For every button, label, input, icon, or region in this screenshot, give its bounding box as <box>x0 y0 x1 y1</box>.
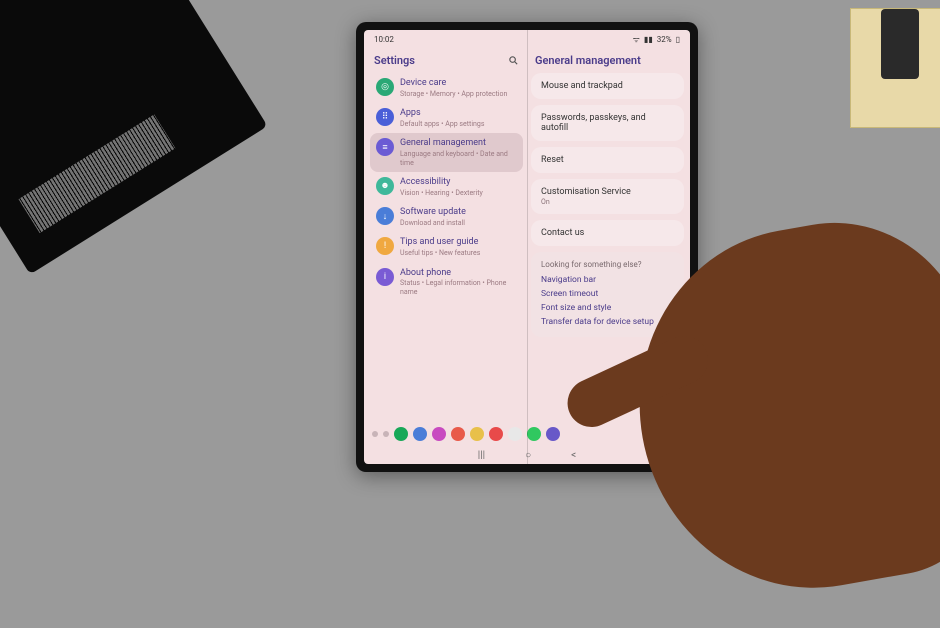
dock-app-icon[interactable] <box>470 427 484 441</box>
settings-item-title: Tips and user guide <box>400 237 517 248</box>
settings-item-title: Accessibility <box>400 177 517 188</box>
settings-item-title: Software update <box>400 207 517 218</box>
settings-item-subtitle: Language and keyboard • Date and time <box>400 150 517 167</box>
apps-icon: ⠿ <box>376 108 394 126</box>
settings-item-subtitle: Download and install <box>400 219 517 227</box>
dock-app-icon[interactable] <box>413 427 427 441</box>
option-subtitle: On <box>541 198 674 206</box>
drawer-handle-icon[interactable] <box>372 431 378 437</box>
settings-item-software-update[interactable]: ↓ Software update Download and install <box>370 202 523 232</box>
settings-item-subtitle: Useful tips • New features <box>400 249 517 257</box>
device-care-icon: ◎ <box>376 78 394 96</box>
settings-item-title: Device care <box>400 78 517 89</box>
option-customisation-service[interactable]: Customisation Service On <box>531 179 684 214</box>
dock-app-icon[interactable] <box>546 427 560 441</box>
settings-item-accessibility[interactable]: ☻ Accessibility Vision • Hearing • Dexte… <box>370 172 523 202</box>
option-title: Customisation Service <box>541 187 674 197</box>
settings-list-pane: Settings ◎ Device care Storage • Memory … <box>364 48 527 422</box>
settings-title: Settings <box>374 54 415 67</box>
suggestion-link-font[interactable]: Font size and style <box>541 301 674 315</box>
settings-item-subtitle: Storage • Memory • App protection <box>400 90 517 98</box>
product-box: Galaxy Z Fold6 <box>0 0 268 274</box>
settings-item-subtitle: Default apps • App settings <box>400 120 517 128</box>
detail-title: General management <box>535 54 641 67</box>
settings-item-device-care[interactable]: ◎ Device care Storage • Memory • App pro… <box>370 73 523 103</box>
dock-app-icon[interactable] <box>489 427 503 441</box>
dock-app-icon[interactable] <box>394 427 408 441</box>
recents-icon[interactable]: ||| <box>478 450 485 461</box>
suggestions-title: Looking for something else? <box>541 260 674 269</box>
software-update-icon: ↓ <box>376 207 394 225</box>
dock-app-icon[interactable] <box>432 427 446 441</box>
barcode <box>19 114 176 233</box>
dock-app-icon[interactable] <box>508 427 522 441</box>
status-icons: ᯤ ▮▮ 32% ▯ <box>633 34 680 45</box>
option-reset[interactable]: Reset <box>531 147 684 173</box>
hinge <box>881 9 919 79</box>
settings-item-subtitle: Vision • Hearing • Dexterity <box>400 189 517 197</box>
tips-icon: ! <box>376 237 394 255</box>
option-contact-us[interactable]: Contact us <box>531 220 684 246</box>
about-phone-icon: i <box>376 268 394 286</box>
signal-icon: ▮▮ <box>644 35 653 44</box>
settings-item-title: General management <box>400 138 517 149</box>
battery-icon: ▯ <box>676 35 680 44</box>
option-mouse-trackpad[interactable]: Mouse and trackpad <box>531 73 684 99</box>
settings-item-title: Apps <box>400 108 517 119</box>
battery-percent: 32% <box>657 35 672 44</box>
dock-app-icon[interactable] <box>451 427 465 441</box>
back-icon[interactable]: < <box>571 450 576 461</box>
settings-item-tips[interactable]: ! Tips and user guide Useful tips • New … <box>370 232 523 262</box>
home-icon[interactable]: ○ <box>525 450 531 461</box>
fold-crease <box>527 30 528 464</box>
dock-app-icon[interactable] <box>527 427 541 441</box>
option-title: Contact us <box>541 228 674 238</box>
suggestion-link-transfer[interactable]: Transfer data for device setup <box>541 315 674 329</box>
settings-item-subtitle: Status • Legal information • Phone name <box>400 279 517 296</box>
wood-block <box>850 8 940 128</box>
option-title: Mouse and trackpad <box>541 81 674 91</box>
wifi-icon: ᯤ <box>633 34 640 45</box>
suggestion-link-screen-timeout[interactable]: Screen timeout <box>541 287 674 301</box>
settings-item-apps[interactable]: ⠿ Apps Default apps • App settings <box>370 103 523 133</box>
suggestion-link-navbar[interactable]: Navigation bar <box>541 273 674 287</box>
accessibility-icon: ☻ <box>376 177 394 195</box>
option-passwords[interactable]: Passwords, passkeys, and autofill <box>531 105 684 141</box>
search-icon[interactable] <box>508 55 519 66</box>
option-title: Passwords, passkeys, and autofill <box>541 113 674 133</box>
clock: 10:02 <box>374 35 394 44</box>
settings-item-about-phone[interactable]: i About phone Status • Legal information… <box>370 263 523 302</box>
settings-item-general-management[interactable]: ≡ General management Language and keyboa… <box>370 133 523 172</box>
general-management-icon: ≡ <box>376 138 394 156</box>
option-title: Reset <box>541 155 674 165</box>
drawer-handle-icon[interactable] <box>383 431 389 437</box>
settings-item-title: About phone <box>400 268 517 279</box>
